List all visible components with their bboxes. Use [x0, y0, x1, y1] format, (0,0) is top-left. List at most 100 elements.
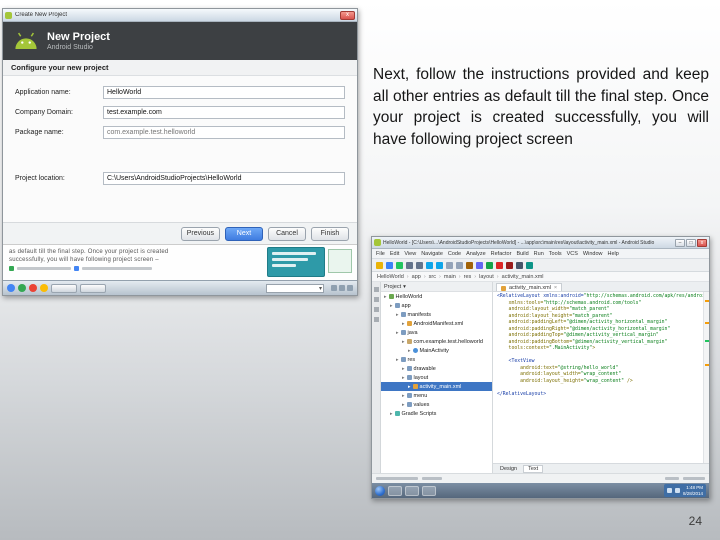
- back-icon[interactable]: [406, 261, 413, 269]
- wizard-header-text: New Project Android Studio: [47, 31, 110, 51]
- cut-icon[interactable]: [446, 261, 453, 269]
- tab-design[interactable]: Design: [496, 466, 521, 472]
- company-domain-input[interactable]: test.example.com: [103, 106, 345, 119]
- finish-button[interactable]: Finish: [311, 226, 349, 241]
- app-icon-green[interactable]: [18, 284, 26, 292]
- menu-vcs[interactable]: VCS: [567, 251, 578, 257]
- undo-icon[interactable]: [426, 261, 433, 269]
- menu-view[interactable]: View: [404, 251, 416, 257]
- tool-window-icon[interactable]: [373, 287, 379, 292]
- tab-close-icon[interactable]: ×: [554, 285, 557, 291]
- taskbar-search-box[interactable]: ▾: [266, 283, 324, 293]
- tab-text[interactable]: Text: [523, 464, 544, 473]
- menu-code[interactable]: Code: [448, 251, 461, 257]
- tool-window-icon[interactable]: [373, 317, 379, 322]
- next-button[interactable]: Next: [225, 226, 263, 241]
- menu-refactor[interactable]: Refactor: [491, 251, 512, 257]
- sync-icon[interactable]: [396, 261, 403, 269]
- menu-run[interactable]: Run: [534, 251, 544, 257]
- taskbar-clock[interactable]: 1:48 PM 8/28/2014: [683, 485, 703, 496]
- paste-icon[interactable]: [466, 261, 473, 269]
- crumb-src[interactable]: src: [429, 274, 436, 280]
- taskbar-app-button[interactable]: [405, 485, 419, 496]
- taskbar-window-button[interactable]: [51, 283, 77, 293]
- close-icon[interactable]: x: [340, 10, 355, 20]
- notification-popup[interactable]: [267, 247, 325, 277]
- tool-window-icon[interactable]: [373, 307, 379, 312]
- cancel-button[interactable]: Cancel: [268, 226, 306, 241]
- help-icon[interactable]: [526, 261, 533, 269]
- tray-icon[interactable]: [339, 285, 345, 291]
- tree-item-layout[interactable]: ▸ layout: [381, 373, 492, 382]
- copy-icon[interactable]: [456, 261, 463, 269]
- start-button-icon[interactable]: [375, 485, 385, 496]
- project-panel-header[interactable]: Project ▾: [381, 282, 492, 292]
- wizard-button-bar: Previous Next Cancel Finish: [3, 222, 357, 244]
- tray-icon[interactable]: [331, 285, 337, 291]
- menu-file[interactable]: File: [376, 251, 385, 257]
- tree-item-gradle-scripts[interactable]: ▸ Gradle Scripts: [381, 409, 492, 418]
- menu-navigate[interactable]: Navigate: [421, 251, 443, 257]
- app-icon-red[interactable]: [29, 284, 37, 292]
- maximize-icon[interactable]: □: [686, 238, 696, 247]
- minimize-icon[interactable]: –: [675, 238, 685, 247]
- android-studio-app-icon: [5, 11, 12, 19]
- browser-icon[interactable]: [7, 284, 15, 292]
- menu-help[interactable]: Help: [607, 251, 618, 257]
- crumb-helloworld[interactable]: HelloWorld: [377, 274, 404, 280]
- tree-item-activity-main-xml[interactable]: ▸ activity_main.xml: [381, 382, 492, 391]
- crumb-res[interactable]: res: [464, 274, 472, 280]
- redo-icon[interactable]: [436, 261, 443, 269]
- tree-item-drawable[interactable]: ▸ drawable: [381, 364, 492, 373]
- find-icon[interactable]: [476, 261, 483, 269]
- status-text-bar: [376, 477, 418, 480]
- application-name-input[interactable]: HelloWorld: [103, 86, 345, 99]
- tree-item-res[interactable]: ▸ res: [381, 355, 492, 364]
- taskbar-app-button[interactable]: [422, 485, 436, 496]
- previous-button[interactable]: Previous: [180, 226, 220, 241]
- project-location-input[interactable]: C:\Users\AndroidStudioProjects\HelloWorl…: [103, 172, 345, 185]
- crumb-layout[interactable]: layout: [479, 274, 494, 280]
- tree-item-helloworld[interactable]: ▸ HelloWorld: [381, 292, 492, 301]
- tree-label: drawable: [413, 365, 436, 372]
- tray-icon[interactable]: [674, 488, 680, 493]
- package-name-input[interactable]: com.example.test.helloworld: [103, 126, 345, 139]
- save-icon[interactable]: [386, 261, 393, 269]
- crumb-activity-main-xml[interactable]: activity_main.xml: [502, 274, 544, 280]
- tray-icon[interactable]: [347, 285, 353, 291]
- run-icon[interactable]: [486, 261, 493, 269]
- tree-item-manifests[interactable]: ▸ manifests: [381, 310, 492, 319]
- menu-tools[interactable]: Tools: [549, 251, 562, 257]
- forward-icon[interactable]: [416, 261, 423, 269]
- tool-window-icon[interactable]: [373, 297, 379, 302]
- close-icon[interactable]: x: [697, 238, 707, 247]
- tree-item-app[interactable]: ▸ app: [381, 301, 492, 310]
- open-icon[interactable]: [376, 261, 383, 269]
- windows-taskbar-ide: 1:48 PM 8/28/2014: [372, 483, 709, 498]
- wizard-section-title: Configure your new project: [3, 60, 357, 76]
- code-editor[interactable]: <RelativeLayout xmlns:android="http://sc…: [493, 292, 703, 463]
- tree-item-menu[interactable]: ▸ menu: [381, 391, 492, 400]
- taskbar-app-button[interactable]: [388, 485, 402, 496]
- settings-icon[interactable]: [516, 261, 523, 269]
- tree-item-java[interactable]: ▸ java: [381, 328, 492, 337]
- stop-icon[interactable]: [506, 261, 513, 269]
- popup-text-bar: [272, 252, 316, 255]
- tree-item-androidmanifest-xml[interactable]: ▸ AndroidManifest.xml: [381, 319, 492, 328]
- crumb-main[interactable]: main: [444, 274, 456, 280]
- app-icon-yellow[interactable]: [40, 284, 48, 292]
- editor-tab[interactable]: activity_main.xml ×: [496, 283, 563, 291]
- menu-edit[interactable]: Edit: [390, 251, 399, 257]
- tray-icon[interactable]: [666, 488, 672, 493]
- taskbar-window-button[interactable]: [80, 283, 106, 293]
- crumb-app[interactable]: app: [412, 274, 421, 280]
- menu-analyze[interactable]: Analyze: [466, 251, 486, 257]
- debug-icon[interactable]: [496, 261, 503, 269]
- tree-item-mainactivity[interactable]: ▸ MainActivity: [381, 346, 492, 355]
- menu-build[interactable]: Build: [516, 251, 528, 257]
- ok-mark-icon: [705, 340, 709, 342]
- menu-window[interactable]: Window: [583, 251, 603, 257]
- editor-scrollbar[interactable]: [703, 292, 709, 463]
- tree-item-com-example-test-helloworld[interactable]: ▸ com.example.test.helloworld: [381, 337, 492, 346]
- tree-item-values[interactable]: ▸ values: [381, 400, 492, 409]
